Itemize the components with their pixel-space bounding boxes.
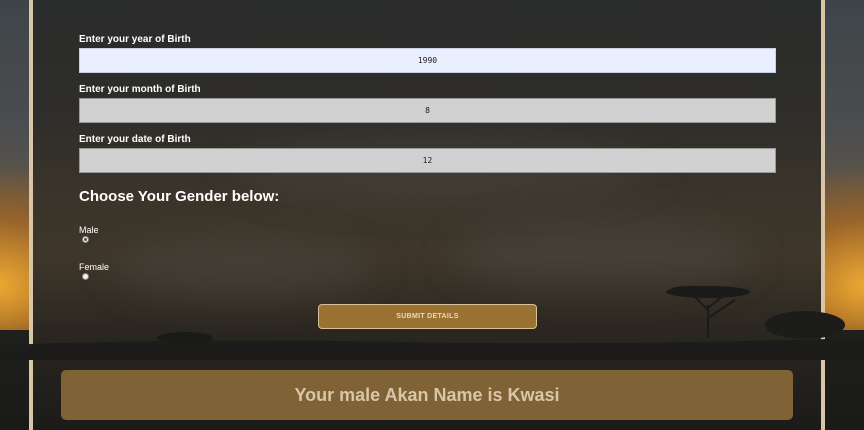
submit-button[interactable]: SUBMIT DETAILS: [318, 304, 537, 329]
result-banner: Your male Akan Name is Kwasi: [61, 370, 793, 420]
date-input[interactable]: 12: [79, 148, 776, 173]
month-input[interactable]: 8: [79, 98, 776, 123]
bush-left: [157, 332, 213, 344]
year-input[interactable]: 1990: [79, 48, 776, 73]
year-label: Enter your year of Birth: [79, 34, 191, 45]
female-label: Female: [79, 262, 110, 272]
ground-silhouette: [0, 338, 864, 360]
bush-right: [765, 311, 845, 339]
male-label: Male: [79, 225, 99, 235]
female-radio[interactable]: [82, 273, 89, 280]
date-label: Enter your date of Birth: [79, 134, 191, 145]
acacia-canopy-right-2: [670, 286, 710, 294]
acacia-tree-right: [689, 291, 736, 338]
gender-heading: Choose Your Gender below:: [79, 188, 280, 205]
month-label: Enter your month of Birth: [79, 84, 201, 95]
male-radio[interactable]: [82, 236, 89, 243]
